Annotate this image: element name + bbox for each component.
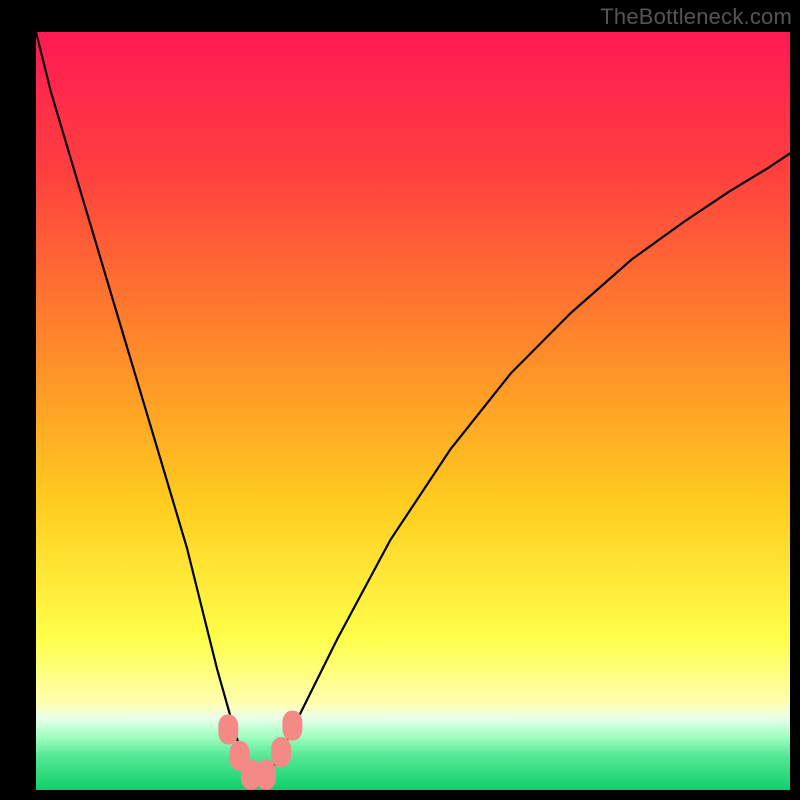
- curve-marker-4: [271, 737, 291, 767]
- watermark-text: TheBottleneck.com: [600, 4, 792, 30]
- chart-stage: TheBottleneck.com: [0, 0, 800, 800]
- bottleneck-chart: [0, 0, 800, 800]
- curve-marker-0: [218, 714, 238, 744]
- curve-marker-5: [282, 711, 302, 741]
- curve-marker-3: [256, 760, 276, 790]
- plot-area: [36, 32, 790, 790]
